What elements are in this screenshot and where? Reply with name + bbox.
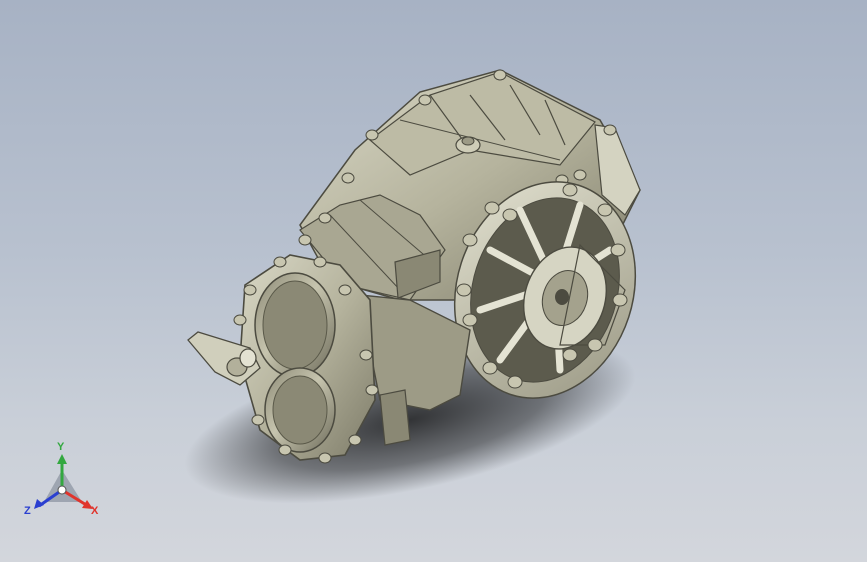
rear-cover[interactable] bbox=[239, 254, 376, 461]
gearbox-model-view[interactable] bbox=[0, 0, 867, 562]
axis-label-y: Y bbox=[57, 441, 65, 453]
coordinate-triad[interactable]: Y X Z bbox=[22, 441, 108, 530]
mount-bracket bbox=[379, 389, 411, 446]
axis-label-x: X bbox=[91, 505, 99, 517]
coordinate-triad-icon bbox=[34, 454, 93, 509]
axis-label-z: Z bbox=[24, 505, 31, 517]
graphics-viewport[interactable]: Y X Z bbox=[0, 0, 867, 562]
